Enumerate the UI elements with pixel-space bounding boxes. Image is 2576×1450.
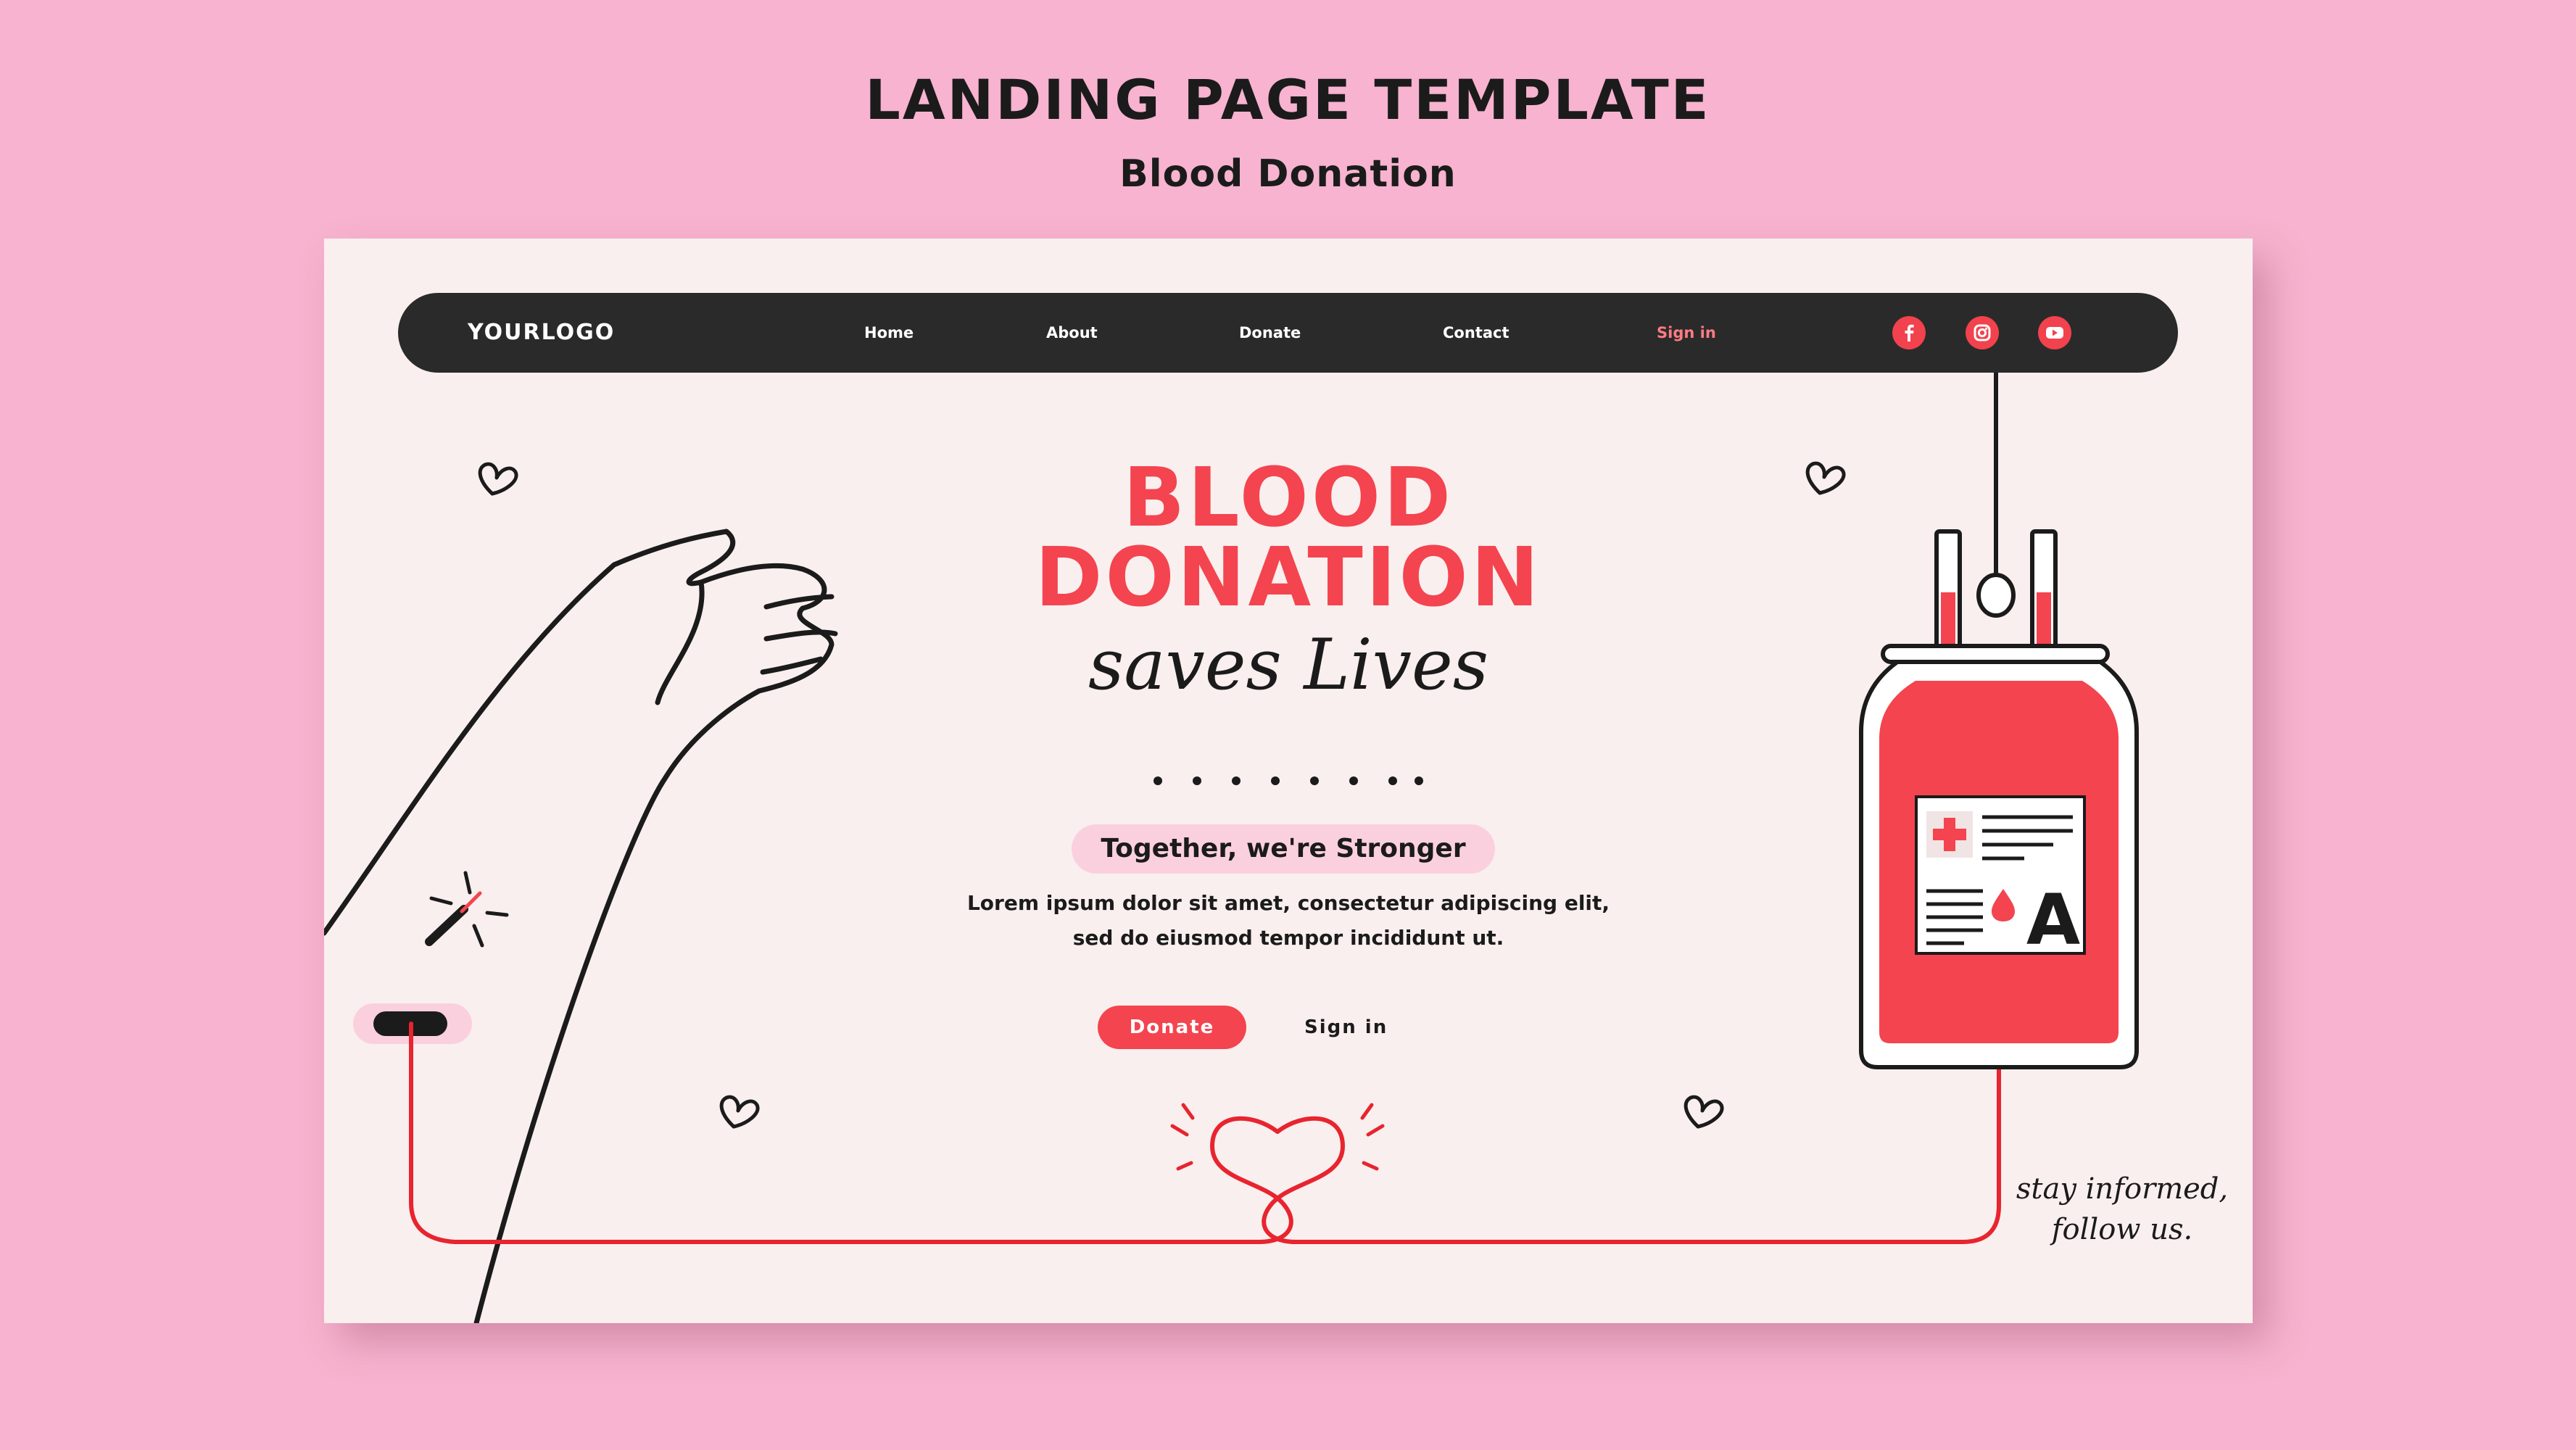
blood-type-label: A [2026, 879, 2080, 961]
heart-rays [1170, 1103, 1385, 1171]
nav-about[interactable]: About [1046, 293, 1098, 373]
dots-divider [1154, 776, 1423, 785]
navbar: YOURLOGO Home About Donate Contact Sign … [398, 293, 2178, 373]
nav-home[interactable]: Home [864, 293, 914, 373]
instagram-icon[interactable] [1966, 316, 1999, 349]
sign-in-link[interactable]: Sign in [1304, 1006, 1388, 1049]
stay-informed-note: stay informed, follow us. [2013, 1169, 2231, 1250]
hero-title-line1: BLOOD [1122, 451, 1454, 545]
donate-button[interactable]: Donate [1098, 1006, 1246, 1049]
page-subtitle: Blood Donation [1119, 152, 1457, 196]
page-title: LANDING PAGE TEMPLATE [865, 67, 1711, 132]
needle-illustration [353, 871, 509, 1044]
nav-contact[interactable]: Contact [1443, 293, 1509, 373]
hero-body-text: Lorem ipsum dolor sit amet, consectetur … [966, 891, 1610, 950]
stay-informed-line2: follow us. [2051, 1213, 2193, 1246]
page-header: LANDING PAGE TEMPLATE Blood Donation [0, 72, 2576, 196]
hero-script-line: saves Lives [1088, 624, 1489, 705]
youtube-icon[interactable] [2038, 316, 2071, 349]
landing-card: A YOURLOGO Home About Donate Contact Sig… [324, 239, 2253, 1323]
nav-sign-in[interactable]: Sign in [1657, 293, 1716, 373]
nav-donate[interactable]: Donate [1239, 293, 1301, 373]
tagline-pill: Together, we're Stronger [1072, 824, 1495, 874]
facebook-icon[interactable] [1892, 316, 1926, 349]
logo[interactable]: YOURLOGO [468, 293, 615, 373]
hero-title-line2: DONATION [1035, 531, 1542, 625]
blood-tube [409, 1022, 2001, 1244]
stay-informed-line1: stay informed, [2016, 1172, 2229, 1206]
